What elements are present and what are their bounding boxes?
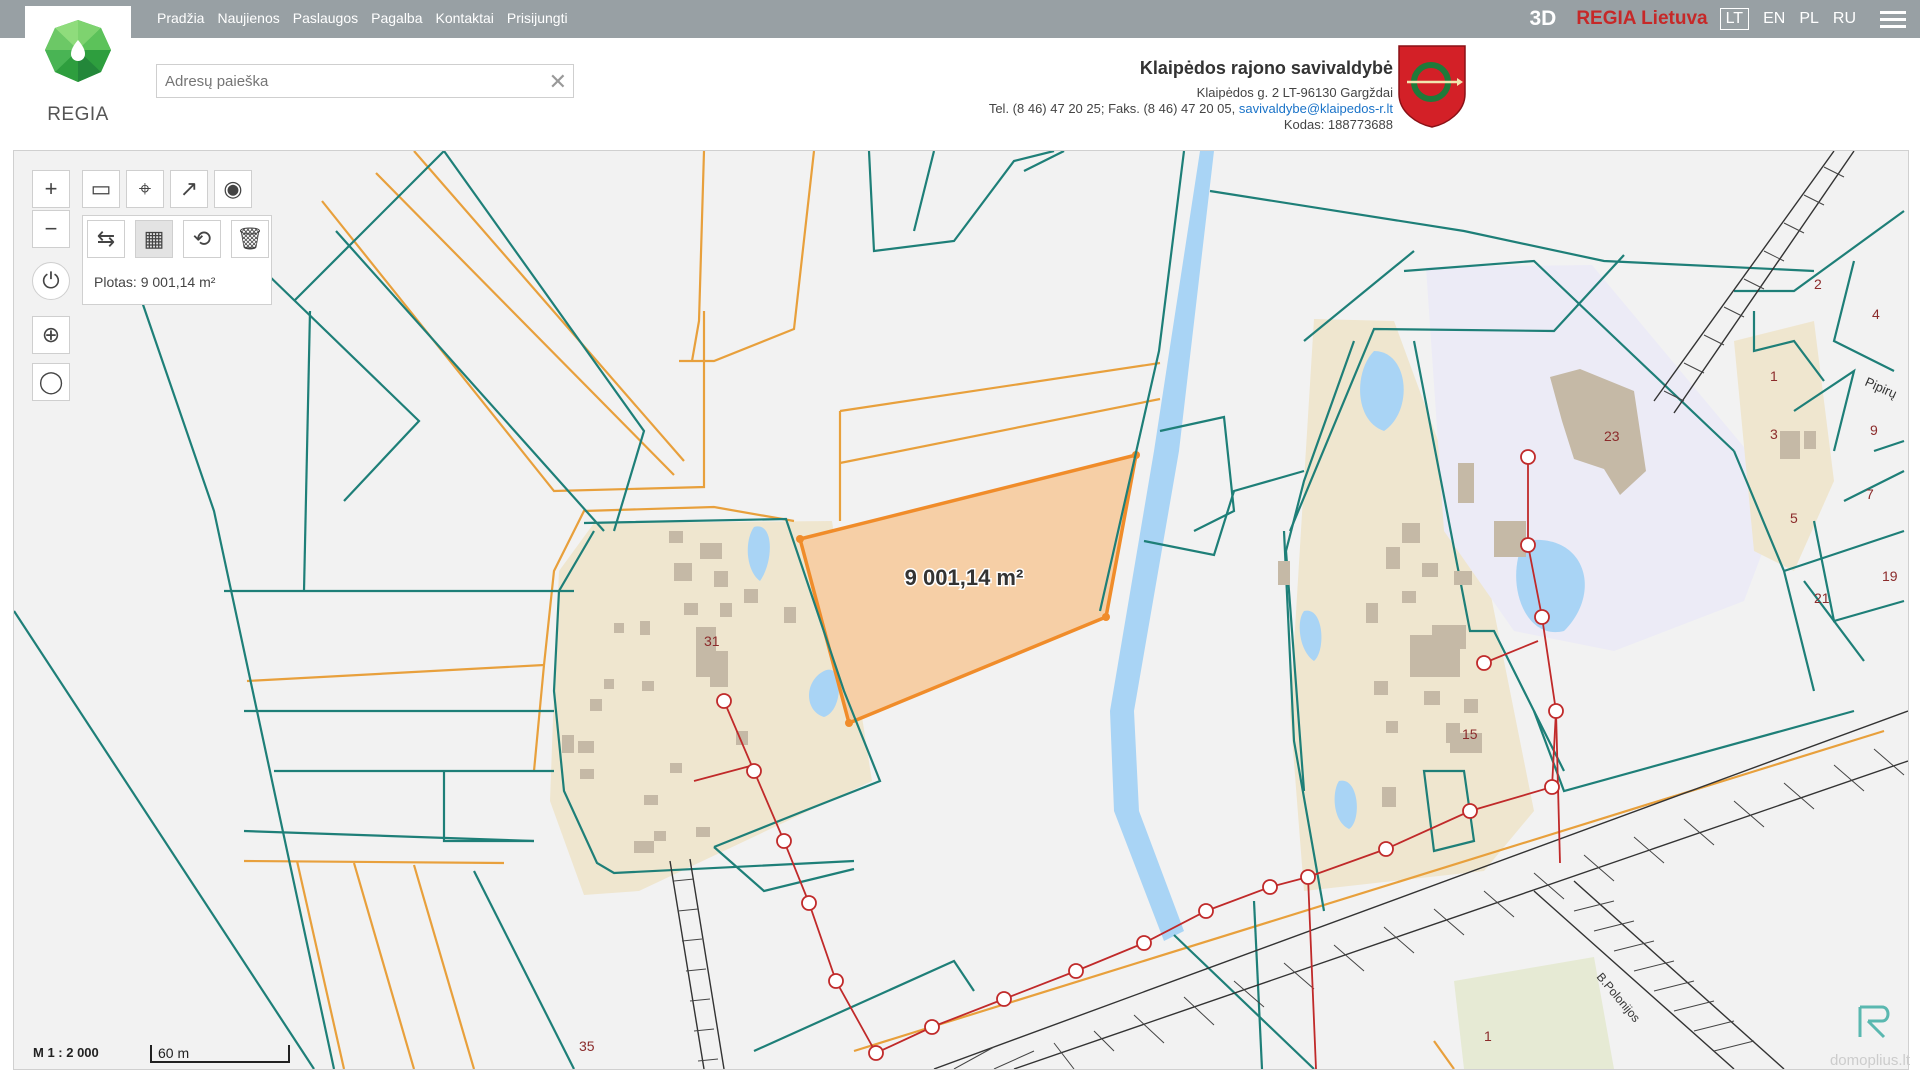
- brand-name[interactable]: REGIA Lietuva: [1576, 8, 1707, 30]
- top-right-controls: 3D REGIA Lietuva LT EN PL RU: [1529, 0, 1920, 38]
- parcel-label-23: 23: [1604, 428, 1620, 444]
- street-label-pipiru: Pipirų: [1863, 374, 1899, 401]
- target-icon[interactable]: ◉: [214, 170, 252, 208]
- lang-pl[interactable]: PL: [1799, 10, 1819, 28]
- measure-ruler-icon[interactable]: ▭: [82, 170, 120, 208]
- plot-label-21: 21: [1814, 590, 1830, 606]
- municipality-email[interactable]: savivaldybe@klaipedos-r.lt: [1239, 101, 1393, 116]
- coat-of-arms-icon: [1397, 44, 1467, 128]
- municipality-phone: Tel. (8 46) 47 20 25; Faks. (8 46) 47 20…: [988, 101, 1236, 116]
- search-input[interactable]: [157, 65, 553, 97]
- municipality-address: Klaipėdos g. 2 LT-96130 Gargždai: [1196, 85, 1393, 100]
- corner-logo-icon: [1858, 1005, 1890, 1039]
- regia-logo[interactable]: REGIA: [25, 6, 131, 136]
- nav-login[interactable]: Prisijungti: [507, 10, 568, 26]
- plot-label-19: 19: [1882, 568, 1898, 584]
- field-area-1: [1454, 957, 1614, 1069]
- top-bar: Pradžia Naujienos Paslaugos Pagalba Kont…: [0, 0, 1920, 38]
- parcel-label-31: 31: [704, 633, 720, 649]
- measured-area-label: 9 001,14 m²: [905, 565, 1024, 590]
- logo-text: REGIA: [47, 104, 109, 125]
- delete-icon[interactable]: 🗑: [231, 220, 269, 258]
- river: [1110, 151, 1214, 941]
- power-icon[interactable]: ⏻: [32, 262, 70, 300]
- plot-label-9: 9: [1870, 422, 1878, 438]
- nav-home[interactable]: Pradžia: [157, 10, 204, 26]
- area-value: Plotas: 9 001,14 m²: [94, 274, 216, 290]
- map-canvas[interactable]: 31 35 23 15 2 4 1 3 9 7 5 19 21 1 Pipirų…: [13, 150, 1909, 1070]
- place-marker-icon[interactable]: ⌖: [126, 170, 164, 208]
- lang-ru[interactable]: RU: [1833, 10, 1856, 28]
- hamburger-menu-icon[interactable]: [1880, 7, 1906, 32]
- main-nav: Pradžia Naujienos Paslaugos Pagalba Kont…: [157, 10, 568, 26]
- parcel-label-15: 15: [1462, 726, 1478, 742]
- plot-label-1b: 1: [1484, 1028, 1492, 1044]
- nav-help[interactable]: Pagalba: [371, 10, 422, 26]
- scale-bar: 60 m: [150, 1045, 290, 1063]
- plot-label-5: 5: [1790, 510, 1798, 526]
- plot-label-4: 4: [1872, 306, 1880, 322]
- parcel-label-35: 35: [579, 1038, 595, 1054]
- zoom-out-button[interactable]: −: [32, 210, 70, 248]
- lang-en[interactable]: EN: [1763, 10, 1785, 28]
- scale-ratio: M 1 : 2 000: [33, 1045, 99, 1060]
- cadastral-map[interactable]: 31 35 23 15 2 4 1 3 9 7 5 19 21 1 Pipirų…: [14, 151, 1908, 1069]
- plot-label-1: 1: [1770, 368, 1778, 384]
- zoom-in-button[interactable]: +: [32, 170, 70, 208]
- share-icon[interactable]: ↗: [170, 170, 208, 208]
- view-3d-button[interactable]: 3D: [1529, 7, 1556, 31]
- measure-distance-icon[interactable]: ⇆: [87, 220, 125, 258]
- plot-label-3: 3: [1770, 426, 1778, 442]
- lasso-icon[interactable]: ◯: [32, 363, 70, 401]
- municipality-code: Kodas: 188773688: [1283, 117, 1393, 132]
- municipality-name: Klaipėdos rajono savivaldybė: [1139, 58, 1393, 78]
- address-search: ✕: [156, 64, 574, 98]
- nav-news[interactable]: Naujienos: [217, 10, 279, 26]
- clear-search-icon[interactable]: ✕: [549, 69, 567, 95]
- plot-label-2: 2: [1814, 276, 1822, 292]
- measure-panel: ⇆ ▦ ⟲ 🗑 Plotas: 9 001,14 m²: [82, 215, 272, 305]
- regia-logo-icon: [45, 20, 111, 82]
- nav-contacts[interactable]: Kontaktai: [436, 10, 494, 26]
- measure-area-icon[interactable]: ▦: [135, 220, 173, 258]
- municipality-contacts: Tel. (8 46) 47 20 25; Faks. (8 46) 47 20…: [893, 101, 1393, 117]
- watermark: domoplius.lt: [1829, 1052, 1910, 1069]
- plot-label-7: 7: [1866, 486, 1874, 502]
- locate-crosshair-icon[interactable]: ⊕: [32, 316, 70, 354]
- measure-reset-icon[interactable]: ⟲: [183, 220, 221, 258]
- nav-services[interactable]: Paslaugos: [293, 10, 358, 26]
- lang-lt[interactable]: LT: [1719, 8, 1750, 30]
- municipality-info: Klaipėdos rajono savivaldybė Klaipėdos g…: [893, 58, 1393, 133]
